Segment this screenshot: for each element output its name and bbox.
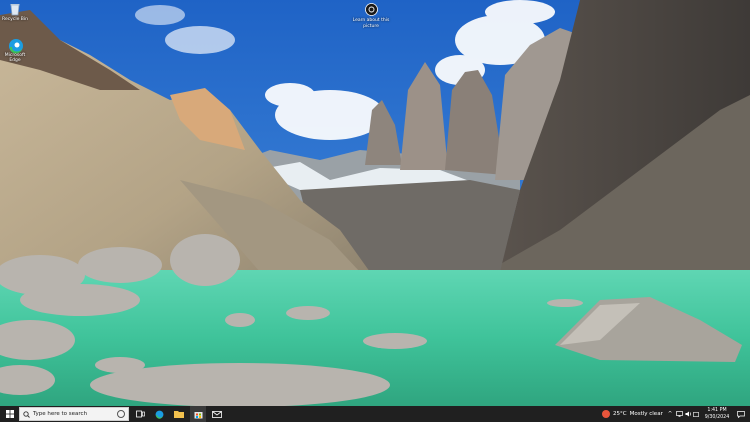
recycle-bin-icon: [8, 2, 22, 16]
camera-icon: [364, 3, 378, 16]
clock-date: 9/30/2024: [704, 415, 730, 420]
speaker-icon: [685, 411, 691, 417]
language-indicator[interactable]: [692, 406, 699, 422]
keyboard-icon: [692, 411, 699, 417]
weather-temperature: 25°C: [613, 411, 627, 417]
learn-about-this-picture[interactable]: Learn about this picture: [352, 3, 390, 29]
search-icon: [23, 410, 30, 418]
desktop-wallpaper: [0, 0, 750, 406]
notification-icon: [737, 410, 745, 418]
search-box[interactable]: Type here to search: [19, 407, 129, 421]
weather-icon: [602, 410, 610, 418]
notification-center-button[interactable]: [734, 406, 748, 422]
start-button[interactable]: [2, 406, 17, 422]
taskbar-mail[interactable]: [209, 406, 225, 422]
search-placeholder: Type here to search: [33, 411, 88, 417]
desktop-icon-recycle-bin[interactable]: Recycle Bin: [0, 2, 30, 22]
taskbar: Type here to search 25°C Mostly clear ^ …: [0, 406, 750, 422]
desktop-icon-label: Recycle Bin: [2, 17, 28, 22]
edge-icon: [155, 410, 163, 419]
network-icon: [675, 411, 683, 417]
store-icon: [194, 411, 202, 418]
task-view-icon: [135, 410, 145, 418]
desktop-icon-edge[interactable]: Microsoft Edge: [0, 38, 30, 63]
taskbar-clock[interactable]: 1:41 PM 9/30/2024: [700, 407, 734, 421]
clock-time: 1:41 PM: [707, 408, 727, 413]
desktop-icon-label: Microsoft Edge: [4, 53, 26, 63]
network-status[interactable]: [675, 406, 683, 422]
cortana-icon: [117, 410, 125, 418]
weather-condition: Mostly clear: [629, 411, 663, 417]
windows-logo-icon: [5, 410, 14, 418]
volume-control[interactable]: [684, 406, 692, 422]
tray-overflow-button[interactable]: ^: [666, 406, 674, 422]
taskbar-task-view[interactable]: [133, 406, 147, 422]
learn-about-label: Learn about this picture: [352, 18, 390, 29]
folder-icon: [174, 411, 184, 418]
taskbar-store[interactable]: [190, 406, 206, 422]
weather-widget[interactable]: 25°C Mostly clear: [602, 406, 664, 422]
taskbar-file-explorer[interactable]: [171, 406, 187, 422]
edge-icon: [8, 38, 23, 54]
mail-icon: [212, 410, 222, 418]
chevron-up-icon: ^: [667, 411, 673, 417]
taskbar-edge[interactable]: [151, 406, 167, 422]
